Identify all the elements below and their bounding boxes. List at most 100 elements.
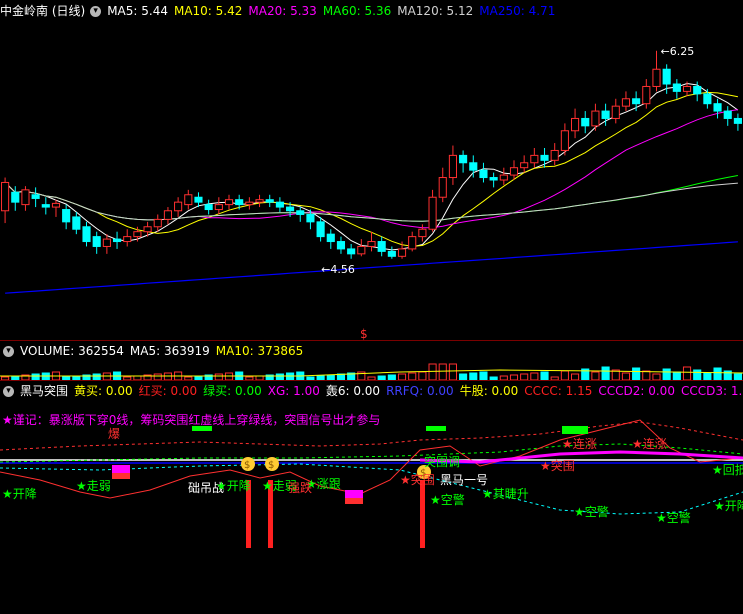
volume-bar [560,370,569,380]
signal-block [192,426,212,431]
candle-body [520,162,529,169]
volume-bar [682,366,692,380]
candle-body [72,216,81,230]
signal-indicator: XG: 1.00 [267,384,320,398]
candle-body [214,204,223,211]
signal-star-label: 黑马一号 [440,473,488,487]
signal-panel-header: ▾ 黑马突围 黄买: 0.00 红买: 0.00 绿买: 0.00 XG: 1.00 轰6:… [0,382,743,400]
signal-star-label: ★空警 [574,504,609,519]
candle-body [357,245,366,255]
candle-body [41,204,50,208]
collapse-toggle-icon[interactable]: ▾ [3,346,14,357]
candle-body [408,236,417,250]
volume-panel-header: ▾ VOLUME: 362554 MA5: 363919 MA10: 373865 [0,342,315,360]
signal-box [345,490,363,498]
volume-bar [469,372,478,380]
low-price-label: ←4.56 [321,263,355,276]
signal-indicator: 绿买: 0.00 [203,384,262,398]
candle-body [112,238,122,243]
volume-bar [591,371,600,380]
signal-indicator: RRFQ: 0.00 [386,384,454,398]
ma10-line [4,91,738,247]
signal-star-label: ★开降 [216,479,251,493]
candle-body [652,68,661,87]
buy-signal-mark: $ [360,327,368,340]
ma-indicator-list: MA5: 5.44 MA10: 5.42 MA20: 5.33 MA60: 5.36 M… [107,4,561,18]
volume-bar [408,372,417,380]
candle-body [235,199,244,206]
candle-body [367,241,376,247]
signal-star-label: ★回抵 [712,463,743,477]
stock-chart-window: { "header_main": { "title": "中金岭南 (日线)",… [0,0,743,614]
volume-bar [693,369,702,380]
candle-body [479,169,488,179]
high-price-label: ←6.25 [660,45,694,58]
volume-bar [713,367,722,380]
candle-body [123,236,132,243]
signal-indicator: 黄买: 0.00 [74,384,133,398]
candle-body [163,210,173,220]
stock-title: 中金岭南 (日线) [0,4,86,18]
candle-body [540,154,549,161]
signal-indicator: 轰6: 0.00 [325,384,381,398]
candle-body [347,248,356,255]
signal-star-label: ★连涨 [562,436,597,451]
panel-divider [0,340,743,341]
signal-star-label: 突围调 [424,454,460,469]
candle-body [459,154,468,164]
candle-body [713,103,722,112]
signal-indicator: 红买: 0.00 [138,384,198,398]
candle-body [133,231,142,238]
ma120-line [4,182,738,222]
price-panel-header: 中金岭南 (日线) ▾ MA5: 5.44 MA10: 5.42 MA20: 5.33 M… [0,2,567,20]
candle-body [611,105,620,119]
candle-body [560,130,569,151]
candle-body [438,177,447,198]
volume-bar [642,370,651,380]
candle-body [428,196,437,230]
candle-body [82,226,91,243]
candle-body [21,189,30,206]
volume-bar [418,371,427,380]
candle-body [306,213,315,223]
candle-body [31,194,40,199]
candle-body [672,83,681,92]
signal-indicator: CCCD3: 1.73 [680,384,743,398]
signal-box [112,473,130,479]
candle-body [723,110,732,119]
signal-star-label: ★空警 [430,492,465,507]
candle-body [387,250,396,257]
money-bag-symbol: $ [244,460,250,471]
candle-body [1,181,10,212]
money-bag-symbol: $ [268,460,274,471]
candle-body [662,68,671,85]
candle-body [275,201,284,208]
signal-indicator: CCCC: 1.15 [524,384,593,398]
candle-body [499,174,508,181]
candle-body [377,241,386,252]
volume-bar [621,372,631,380]
price-candlestick-chart: ←6.25 ←4.56 $ [1,45,742,340]
volume-chart [0,363,743,380]
candle-body [316,221,325,238]
collapse-toggle-icon[interactable]: ▾ [90,6,102,17]
signal-bar [420,480,425,548]
signal-indicator-list: 黄买: 0.00 红买: 0.00 绿买: 0.00 XG: 1.00 轰6: 0.00… [74,384,743,398]
volume-indicator: VOLUME: 362554 [20,344,124,358]
signal-star-label: ★连涨 [632,436,667,451]
signal-block [426,426,446,431]
collapse-toggle-icon[interactable]: ▾ [3,386,14,397]
signal-chart: ★谨记：暴涨版下穿0线，筹码突围红虚线上穿绿线，突围信号出才参与爆$ $$★开降★… [0,412,743,548]
candle-body [143,226,152,233]
candle-body [102,238,111,247]
volume-bar [601,366,610,380]
volume-bar [448,363,457,380]
signal-indicator: CCCD2: 0.00 [598,384,675,398]
candle-body [682,85,692,92]
panel-divider [0,380,743,381]
volume-bar [479,371,488,380]
candle-body [11,191,20,203]
candle-body [153,218,162,228]
signal-box [345,498,363,504]
volume-bar [438,363,447,380]
